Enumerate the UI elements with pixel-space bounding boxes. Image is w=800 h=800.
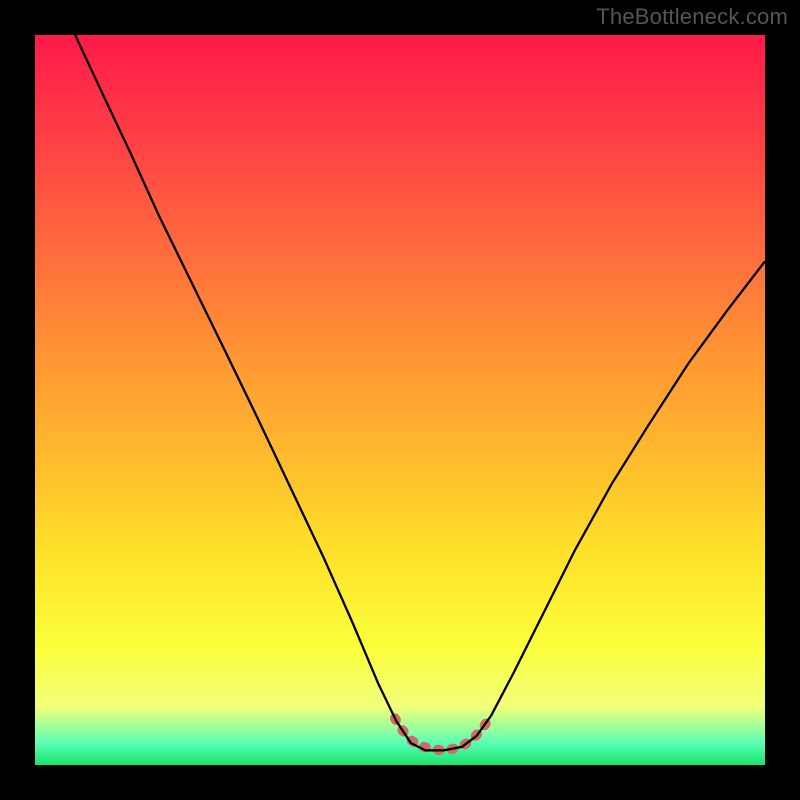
watermark-text: TheBottleneck.com	[596, 4, 788, 30]
plot-area	[35, 35, 765, 765]
plot-svg	[35, 35, 765, 765]
curve-line	[75, 35, 765, 750]
chart-container: TheBottleneck.com	[0, 0, 800, 800]
bottom-marks	[395, 715, 491, 750]
